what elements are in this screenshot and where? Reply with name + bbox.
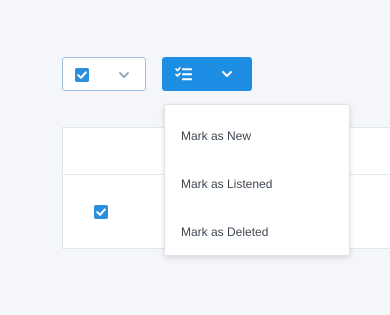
checkbox-checked-icon[interactable] — [94, 205, 108, 219]
menu-item-mark-as-new[interactable]: Mark as New — [165, 119, 349, 167]
chevron-down-icon — [221, 69, 233, 79]
menu-item-mark-as-listened[interactable]: Mark as Listened — [165, 167, 349, 215]
list-checks-icon — [175, 66, 193, 82]
menu-item-mark-as-deleted[interactable]: Mark as Deleted — [165, 215, 349, 263]
bulk-actions-menu: Mark as New Mark as Listened Mark as Del… — [164, 104, 350, 256]
select-all-dropdown[interactable] — [62, 57, 146, 91]
checkbox-checked-icon[interactable] — [75, 68, 89, 82]
bulk-actions-button[interactable] — [162, 57, 252, 91]
chevron-down-icon — [118, 70, 130, 80]
